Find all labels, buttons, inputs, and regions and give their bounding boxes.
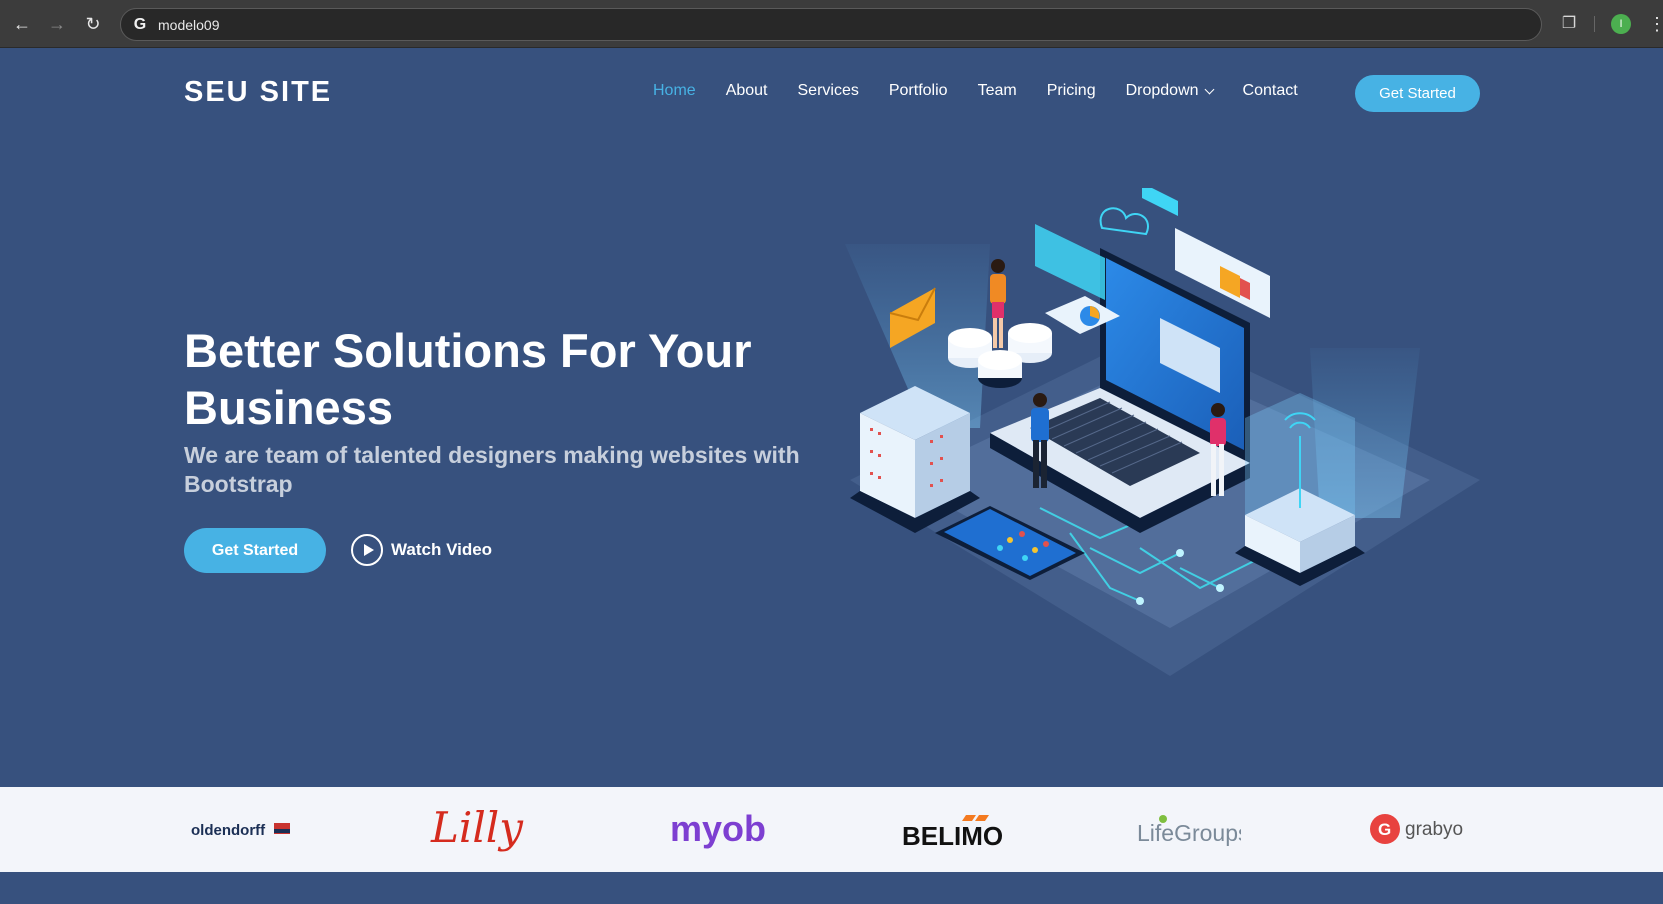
client-name-oldendorff: oldendorff: [191, 822, 266, 839]
client-logo-lifegroups[interactable]: LifeGroups: [1111, 787, 1261, 872]
header-get-started-button[interactable]: Get Started: [1355, 75, 1480, 112]
nav-team[interactable]: Team: [978, 82, 1017, 100]
profile-avatar[interactable]: I: [1611, 14, 1631, 34]
hero-get-started-button[interactable]: Get Started: [184, 528, 326, 573]
nav-contact[interactable]: Contact: [1243, 82, 1298, 100]
grabyo-mark-icon: G: [1378, 820, 1391, 839]
nav-portfolio[interactable]: Portfolio: [889, 82, 948, 100]
client-logo-grabyo[interactable]: G grabyo: [1346, 787, 1496, 872]
clients-strip: oldendorff Lilly myob BELIMO LifeGroups …: [0, 787, 1663, 872]
nav-dropdown[interactable]: Dropdown: [1125, 82, 1214, 100]
main-nav: Home About Services Portfolio Team Prici…: [653, 82, 1328, 100]
hero-subtitle: We are team of talented designers making…: [184, 442, 800, 497]
client-logo-oldendorff[interactable]: oldendorff: [166, 787, 316, 872]
hero-illustration: [845, 188, 1480, 676]
client-name-grabyo: grabyo: [1405, 819, 1463, 840]
address-bar[interactable]: G modelo09: [120, 8, 1542, 41]
hero-title: Better Solutions For Your Business: [184, 324, 752, 434]
site-logo[interactable]: SEU SITE: [184, 76, 332, 109]
reload-icon[interactable]: ↻: [81, 12, 105, 36]
play-icon: [351, 534, 383, 566]
watch-video-button[interactable]: Watch Video: [351, 534, 492, 566]
forward-icon[interactable]: →: [45, 12, 69, 36]
toolbar-separator: [1594, 16, 1595, 32]
back-icon[interactable]: ←: [10, 12, 34, 36]
client-name-belimo: BELIMO: [902, 821, 1003, 851]
nav-about[interactable]: About: [726, 82, 768, 100]
chevron-down-icon: [1204, 84, 1214, 94]
client-name-myob: myob: [670, 808, 766, 849]
extensions-icon[interactable]: ❐: [1557, 12, 1581, 36]
next-section-band: [0, 872, 1663, 904]
watch-video-label: Watch Video: [391, 540, 493, 559]
nav-home[interactable]: Home: [653, 82, 696, 100]
browser-menu-icon[interactable]: ⋮: [1648, 12, 1663, 36]
nav-dropdown-label: Dropdown: [1125, 82, 1199, 99]
google-icon: G: [133, 16, 147, 33]
browser-toolbar: ← → ↻ G modelo09 ❐ I ⋮: [0, 0, 1663, 48]
client-logo-belimo[interactable]: BELIMO: [874, 787, 1024, 872]
client-name-lifegroups: LifeGroups: [1137, 820, 1241, 846]
nav-services[interactable]: Services: [798, 82, 859, 100]
client-logo-myob[interactable]: myob: [640, 787, 790, 872]
client-logo-lilly[interactable]: Lilly: [403, 787, 553, 872]
nav-pricing[interactable]: Pricing: [1047, 82, 1096, 100]
client-name-lilly: Lilly: [430, 803, 524, 852]
url-text[interactable]: modelo09: [158, 17, 220, 33]
